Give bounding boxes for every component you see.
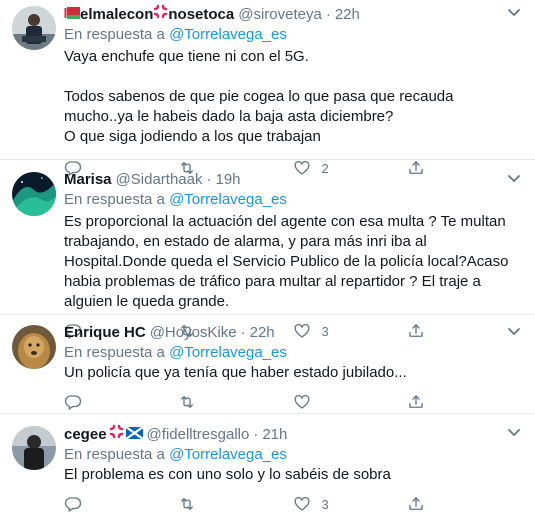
reply-to-link[interactable]: @Torrelavega_es <box>169 26 287 43</box>
timestamp[interactable]: 21h <box>262 425 287 445</box>
retweet-button[interactable] <box>178 393 292 411</box>
reply-to-link[interactable]: @Torrelavega_es <box>169 344 287 361</box>
user-handle[interactable]: @HoyosKike <box>150 323 237 343</box>
tweet-text: El problema es con uno solo y lo sabéis … <box>64 466 391 483</box>
display-name[interactable]: elmalecon <box>80 5 153 25</box>
tweet[interactable]: cegee @fidelltresgallo · 21h En respuest… <box>0 414 535 516</box>
timestamp[interactable]: 22h <box>250 323 275 343</box>
retweet-button[interactable] <box>178 495 292 513</box>
separator: · <box>325 5 331 23</box>
reply-icon <box>64 395 82 410</box>
chevron-down-icon[interactable] <box>507 428 521 438</box>
share-button[interactable] <box>407 393 521 411</box>
avatar[interactable] <box>12 426 56 470</box>
avatar[interactable] <box>12 325 56 369</box>
reply-prefix: En respuesta a <box>64 344 165 361</box>
flag-icon <box>64 5 80 25</box>
reply-to-link[interactable]: @Torrelavega_es <box>169 191 287 208</box>
avatar[interactable] <box>12 6 56 50</box>
tweet-text: Vaya enchufe que tiene ni con el 5G. Tod… <box>64 48 454 145</box>
reply-context: En respuesta a @Torrelavega_es <box>64 343 521 363</box>
flag-icon <box>124 425 144 445</box>
chevron-down-icon[interactable] <box>507 327 521 337</box>
heart-icon <box>294 394 309 409</box>
chevron-down-icon[interactable] <box>507 8 521 18</box>
reply-context: En respuesta a @Torrelavega_es <box>64 445 521 465</box>
reply-context: En respuesta a @Torrelavega_es <box>64 25 521 45</box>
display-name[interactable]: cegee <box>64 425 107 445</box>
heart-icon <box>294 496 309 511</box>
anger-icon <box>153 4 168 25</box>
tweet-text: Un policía que ya tenía que haber estado… <box>64 364 407 381</box>
retweet-icon <box>181 498 194 510</box>
user-handle[interactable]: @fidelltresgallo <box>147 425 250 445</box>
timestamp[interactable]: 22h <box>335 5 360 25</box>
tweet[interactable]: Marisa @Sidarthaak · 19h En respuesta a … <box>0 160 535 339</box>
reply-button[interactable] <box>64 495 178 513</box>
chevron-down-icon[interactable] <box>507 174 521 184</box>
share-icon <box>409 497 423 510</box>
display-name[interactable]: nosetoca <box>168 5 234 25</box>
like-button[interactable] <box>293 393 407 411</box>
display-name[interactable]: Enrique HC <box>64 323 146 343</box>
tweet-actions: 3 <box>64 487 521 516</box>
reply-icon <box>64 497 82 512</box>
share-icon <box>409 395 423 408</box>
timestamp[interactable]: 19h <box>215 170 240 190</box>
like-count: 3 <box>321 496 329 512</box>
reply-button[interactable] <box>64 393 178 411</box>
anger-icon <box>109 424 124 445</box>
share-button[interactable] <box>407 495 521 513</box>
user-handle[interactable]: @Sidarthaak <box>116 170 203 190</box>
avatar[interactable] <box>12 172 56 216</box>
like-button[interactable]: 3 <box>293 495 407 513</box>
retweet-icon <box>181 396 194 408</box>
reply-prefix: En respuesta a <box>64 191 165 208</box>
tweet[interactable]: Enrique HC @HoyosKike · 22h En respuesta… <box>0 315 535 414</box>
reply-prefix: En respuesta a <box>64 446 165 463</box>
separator: · <box>206 171 212 188</box>
reply-prefix: En respuesta a <box>64 26 165 43</box>
reply-to-link[interactable]: @Torrelavega_es <box>169 446 287 463</box>
separator: · <box>240 324 246 341</box>
display-name[interactable]: Marisa <box>64 170 112 190</box>
tweet-text: Es proporcional la actuación del agente … <box>64 213 509 310</box>
user-handle[interactable]: @siroveteya <box>238 5 322 25</box>
separator: · <box>253 425 259 443</box>
reply-context: En respuesta a @Torrelavega_es <box>64 190 521 210</box>
tweet[interactable]: elmalecon nosetoca @siroveteya · 22h En … <box>0 0 535 176</box>
